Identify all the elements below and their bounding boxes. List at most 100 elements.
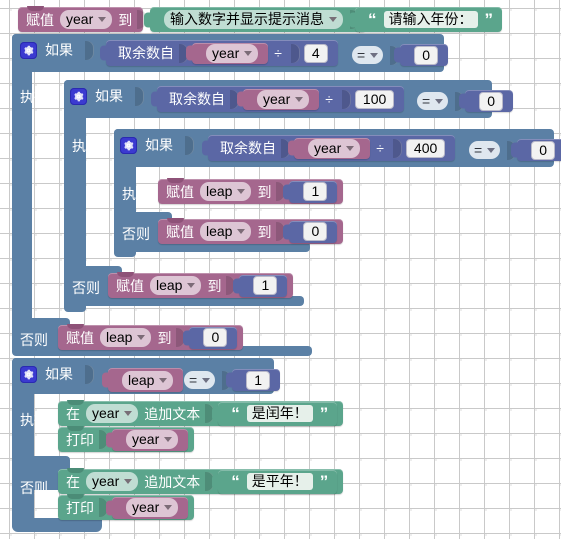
block-modulo-year-100[interactable]: 取余数自 year ÷ 100 xyxy=(151,86,405,112)
block-set-leap-0-inner[interactable]: 赋值 leap 到 0 xyxy=(158,218,344,244)
variable-dropdown-year[interactable]: year xyxy=(86,472,139,491)
append-suffix-label: 追加文本 xyxy=(144,405,201,422)
variable-dropdown-year[interactable]: year xyxy=(257,89,310,109)
if-label: 如果 xyxy=(145,137,173,153)
number-field-1[interactable]: 1 xyxy=(253,276,278,295)
condition-socket[interactable] xyxy=(135,86,144,106)
block-variable-year[interactable]: year xyxy=(288,137,371,159)
quote-close-icon xyxy=(482,15,497,25)
block-set-leap-1-inner[interactable]: 赋值 leap 到 1 xyxy=(158,178,344,204)
compare-leap[interactable]: = 1 xyxy=(180,369,280,391)
block-number-0[interactable]: 0 xyxy=(511,139,561,161)
divisor-socket[interactable] xyxy=(341,89,351,109)
block-set-year[interactable]: 赋值 year 到 xyxy=(18,6,147,32)
do-label-leap: 执行 xyxy=(20,412,48,428)
else-label-leap: 否则 xyxy=(20,480,48,496)
set-label: 赋值 xyxy=(116,277,144,294)
divide-label: ÷ xyxy=(376,140,384,156)
variable-dropdown-leap[interactable]: leap xyxy=(122,370,174,390)
if-mod100-row[interactable]: 如果 xyxy=(70,86,145,106)
number-field-100[interactable]: 100 xyxy=(354,89,395,109)
compare-mod400[interactable]: = 0 xyxy=(465,139,561,161)
text-field-is-leap[interactable]: 是闰年！ xyxy=(246,405,313,422)
block-variable-year[interactable]: year xyxy=(106,428,189,451)
number-field-0[interactable]: 0 xyxy=(531,140,555,160)
block-number-1[interactable]: 1 xyxy=(226,369,280,391)
block-text-prompt-year[interactable]: 请输入年份： xyxy=(349,7,502,32)
variable-dropdown-year[interactable]: year xyxy=(308,138,361,158)
block-number-0[interactable]: 0 xyxy=(459,90,513,112)
do-label-mod100: 执行 xyxy=(72,138,100,154)
variable-dropdown-leap[interactable]: leap xyxy=(200,182,252,201)
variable-dropdown-leap[interactable]: leap xyxy=(100,328,152,347)
variable-dropdown-year[interactable]: year xyxy=(86,404,139,423)
text-field-is-common[interactable]: 是平年！ xyxy=(246,473,313,490)
block-number-1[interactable]: 1 xyxy=(233,274,288,297)
block-prompt-number[interactable]: 输入数字并显示提示消息 xyxy=(144,7,366,32)
block-append-common[interactable]: 在 year 追加文本 是平年！ xyxy=(58,468,344,494)
number-field-0[interactable]: 0 xyxy=(203,328,228,347)
variable-name: year xyxy=(212,44,240,61)
if-leap-row[interactable]: 如果 xyxy=(20,364,95,384)
operator-dropdown-equals[interactable]: = xyxy=(417,92,449,110)
block-variable-year[interactable]: year xyxy=(186,42,269,64)
block-number-0[interactable]: 0 xyxy=(283,220,338,243)
divisor-socket[interactable] xyxy=(392,138,402,158)
chevron-down-icon xyxy=(98,17,107,22)
block-variable-year[interactable]: year xyxy=(237,88,320,110)
number-field-0[interactable]: 0 xyxy=(479,91,503,111)
divisor-socket[interactable] xyxy=(290,43,300,63)
condition-socket[interactable] xyxy=(85,40,94,60)
block-modulo-year-400[interactable]: 取余数自 year ÷ 400 xyxy=(202,135,456,161)
variable-dropdown-year[interactable]: year xyxy=(126,498,179,517)
if-mod400-row[interactable]: 如果 xyxy=(120,135,195,155)
append-prefix-label: 在 xyxy=(66,405,80,422)
to-label: 到 xyxy=(257,183,272,200)
variable-dropdown-leap[interactable]: leap xyxy=(150,276,202,295)
block-text-is-common[interactable]: 是平年！ xyxy=(212,469,338,494)
number-field-0[interactable]: 0 xyxy=(303,222,328,241)
prompt-type-dropdown[interactable]: 输入数字并显示提示消息 xyxy=(164,10,343,29)
compare-mod100[interactable]: = 0 xyxy=(413,90,513,112)
block-set-leap-0-outer[interactable]: 赋值 leap 到 0 xyxy=(58,324,244,350)
gear-icon[interactable] xyxy=(20,41,37,59)
operator-dropdown-equals[interactable]: = xyxy=(184,371,216,389)
block-set-leap-1-mid[interactable]: 赋值 leap 到 1 xyxy=(108,272,294,298)
number-field-1[interactable]: 1 xyxy=(246,370,270,390)
chevron-down-icon xyxy=(237,229,246,234)
block-if-year-mod-4[interactable] xyxy=(12,34,32,352)
block-number-1[interactable]: 1 xyxy=(283,180,338,203)
block-append-leap[interactable]: 在 year 追加文本 是闰年！ xyxy=(58,400,344,426)
condition-socket[interactable] xyxy=(85,364,94,384)
block-print-common[interactable]: 打印 year xyxy=(58,494,195,520)
compare-mod4[interactable]: = 0 xyxy=(348,44,448,66)
set-label: 赋值 xyxy=(66,329,94,346)
variable-dropdown-year[interactable]: year xyxy=(60,10,113,29)
chevron-down-icon xyxy=(159,377,168,383)
number-field-0[interactable]: 0 xyxy=(414,45,438,65)
gear-icon[interactable] xyxy=(70,87,87,105)
variable-dropdown-year[interactable]: year xyxy=(126,430,179,449)
number-field-400[interactable]: 400 xyxy=(405,138,446,158)
operator-dropdown-equals[interactable]: = xyxy=(352,46,384,64)
variable-dropdown-year[interactable]: year xyxy=(206,43,259,63)
block-variable-year[interactable]: year xyxy=(106,496,189,519)
block-modulo-year-4[interactable]: 取余数自 year ÷ 4 xyxy=(100,40,338,66)
operator-dropdown-equals[interactable]: = xyxy=(469,141,501,159)
condition-socket[interactable] xyxy=(185,135,194,155)
number-field-4[interactable]: 4 xyxy=(303,43,328,63)
gear-icon[interactable] xyxy=(20,365,37,383)
block-variable-leap[interactable]: leap xyxy=(102,368,184,392)
block-number-0[interactable]: 0 xyxy=(183,326,238,349)
gear-icon[interactable] xyxy=(120,136,137,154)
text-field-prompt-year[interactable]: 请输入年份： xyxy=(383,11,478,28)
if-mod4-row[interactable]: 如果 xyxy=(20,40,95,60)
block-number-0[interactable]: 0 xyxy=(394,44,448,66)
blockly-workspace[interactable]: 赋值 year 到 输入数字并显示提示消息 请输入年份： 如果 xyxy=(0,0,561,539)
set-label: 赋值 xyxy=(166,223,194,240)
variable-dropdown-leap[interactable]: leap xyxy=(200,222,252,241)
block-print-leap[interactable]: 打印 year xyxy=(58,426,195,452)
block-text-is-leap[interactable]: 是闰年！ xyxy=(212,401,338,426)
number-field-1[interactable]: 1 xyxy=(303,182,328,201)
else-label-mod400: 否则 xyxy=(122,226,150,242)
